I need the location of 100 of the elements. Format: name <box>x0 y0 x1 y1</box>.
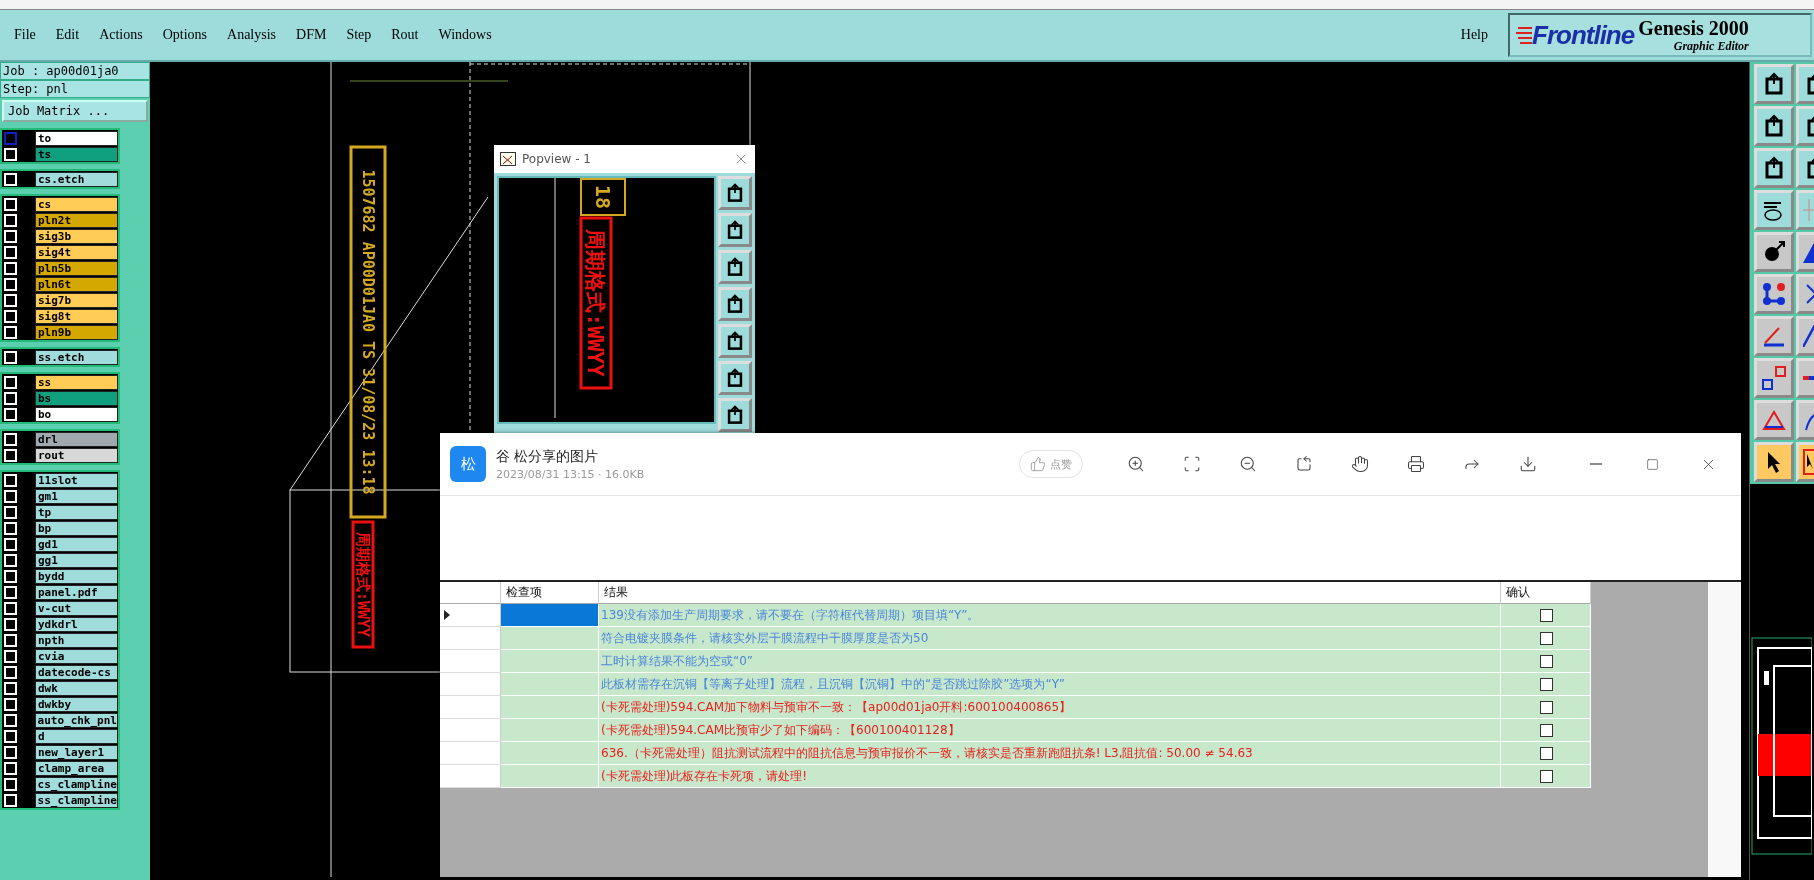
row-header[interactable] <box>440 604 501 627</box>
view-button[interactable] <box>718 398 752 432</box>
layer-name[interactable]: datecode-cs <box>35 664 118 680</box>
menu-item[interactable]: Edit <box>45 27 90 43</box>
layer-name[interactable]: ss_clampline <box>34 792 118 808</box>
menu-item[interactable]: Analysis <box>217 27 287 43</box>
layer-name[interactable]: gg1 <box>35 552 118 568</box>
tool-button[interactable] <box>1754 442 1794 482</box>
date-format-text: 周期格式:WWYY <box>351 520 375 649</box>
tool-button[interactable] <box>1754 316 1794 356</box>
layer-name[interactable]: dwkby <box>35 696 118 712</box>
menu-item[interactable]: DFM <box>286 27 337 43</box>
layer-name[interactable]: rout <box>35 447 118 463</box>
layer-name[interactable]: ss <box>35 374 118 390</box>
product-subtitle: Graphic Editor <box>1673 38 1749 54</box>
layer-name[interactable]: 11slot <box>35 472 118 488</box>
zoom-in-icon <box>1127 455 1145 473</box>
layer-name[interactable]: clamp_area <box>35 760 118 776</box>
download-icon <box>1519 455 1537 473</box>
layer-name[interactable]: gd1 <box>35 536 118 552</box>
line-icon <box>1803 325 1814 347</box>
tool-button[interactable] <box>1754 274 1794 314</box>
view-button[interactable] <box>718 213 752 247</box>
result-text: (卡死需处理)594.CAM比预审少了如下编码：【600100401128】 <box>601 721 960 739</box>
layer-name[interactable]: ss.etch <box>35 349 118 365</box>
confirm-checkbox[interactable] <box>1540 677 1553 691</box>
job-label: Job : ap00d01ja0 <box>0 62 150 80</box>
actual-size-icon <box>1183 455 1201 473</box>
tool-button[interactable] <box>1754 64 1794 104</box>
view-button[interactable] <box>718 250 752 284</box>
layer-name[interactable]: sig8t <box>35 308 118 324</box>
view-button[interactable] <box>718 324 752 358</box>
layer-name[interactable]: sig3b <box>35 228 118 244</box>
confirm-checkbox[interactable] <box>1540 654 1553 668</box>
layer-name[interactable]: bo <box>35 406 118 422</box>
logo-text: Frontline <box>1532 19 1635 51</box>
column-header[interactable]: 检查项 <box>501 582 599 604</box>
tool-button[interactable] <box>1754 148 1794 188</box>
column-header[interactable]: 结果 <box>599 582 1501 604</box>
layer-name[interactable]: sig4t <box>35 244 118 260</box>
view-button[interactable] <box>718 361 752 395</box>
layer-name[interactable]: ydkdrl <box>35 616 118 632</box>
column-header[interactable]: 确认 <box>1501 582 1591 604</box>
maximize-icon <box>1645 457 1659 471</box>
layer-name[interactable]: pln9b <box>35 324 118 340</box>
result-text: (卡死需处理)此板存在卡死项，请处理! <box>601 767 808 785</box>
window-icon <box>500 152 516 166</box>
tool-button[interactable] <box>1754 232 1794 272</box>
menu-item[interactable]: Rout <box>381 27 429 43</box>
confirm-checkbox[interactable] <box>1540 746 1553 760</box>
layer-name[interactable]: new_layer1 <box>35 744 118 760</box>
layer-name[interactable]: to <box>35 130 118 146</box>
layer-name[interactable]: sig7b <box>35 292 118 308</box>
layer-name[interactable]: pln2t <box>35 212 118 228</box>
layer-name[interactable]: v-cut <box>35 600 118 616</box>
layer-name[interactable]: bp <box>35 520 118 536</box>
layer-name[interactable]: gm1 <box>35 488 118 504</box>
layer-checkbox[interactable] <box>4 131 17 145</box>
layer-name[interactable]: dwk <box>35 680 118 696</box>
board-text: 1507682 AP00D01JA0 TS 31/08/23 13:18 <box>349 145 387 519</box>
layer-name[interactable]: tp <box>35 504 118 520</box>
menu-item[interactable]: Windows <box>428 27 502 43</box>
layer-name[interactable]: cs_clampline <box>34 776 118 792</box>
layer-name[interactable]: bydd <box>35 568 118 584</box>
job-matrix-button[interactable]: Job Matrix ... <box>2 100 148 122</box>
confirm-checkbox[interactable] <box>1540 608 1553 622</box>
tool-button[interactable] <box>1754 190 1794 230</box>
menu-item[interactable]: Actions <box>89 27 153 43</box>
menu-item[interactable]: File <box>4 27 46 43</box>
menu-item[interactable]: Step <box>336 27 382 43</box>
rotate-icon <box>1295 455 1313 473</box>
layer-name[interactable]: pln5b <box>35 260 118 276</box>
layer-name[interactable]: pln6t <box>35 276 118 292</box>
result-text: 636.（卡死需处理）阻抗测试流程中的阻抗信息与预审报价不一致，请核实是否重新跑阻抗条! L3,阻抗值: 50.00 ≠ 54.63 <box>601 744 1253 762</box>
layer-name[interactable]: bs <box>35 390 118 406</box>
layer-name[interactable]: cs.etch <box>35 171 118 187</box>
printer-icon <box>1407 455 1425 473</box>
confirm-checkbox[interactable] <box>1540 700 1553 714</box>
view-button[interactable] <box>718 287 752 321</box>
layer-name[interactable]: cvia <box>35 648 118 664</box>
menu-item[interactable]: Options <box>152 27 218 43</box>
confirm-checkbox[interactable] <box>1540 723 1553 737</box>
layer-name[interactable]: drl <box>35 431 118 447</box>
confirm-checkbox[interactable] <box>1540 631 1553 645</box>
tool-button[interactable] <box>1754 400 1794 440</box>
layer-name[interactable]: panel.pdf <box>35 584 118 600</box>
window-title: Popview - 1 <box>522 152 591 166</box>
result-text: (卡死需处理)594.CAM加下物料与预审不一致：【ap00d01ja0开料:600100400865】 <box>601 698 1072 716</box>
tool-button[interactable] <box>1754 358 1794 398</box>
layer-name[interactable]: cs <box>35 196 118 212</box>
menu-item[interactable]: Help <box>1450 27 1498 43</box>
confirm-checkbox[interactable] <box>1540 769 1553 783</box>
layer-name[interactable]: npth <box>35 632 118 648</box>
layer-name[interactable]: ts <box>35 146 118 162</box>
avatar: 松 <box>450 446 486 482</box>
tool-button[interactable] <box>1754 106 1794 146</box>
layer-name[interactable]: d <box>35 728 118 744</box>
layer-name[interactable]: auto_chk_pnl <box>34 712 118 728</box>
result-text: 139没有添加生产周期要求，请不要在（字符框代替周期）项目填“Y”。 <box>601 606 980 624</box>
view-button[interactable] <box>718 176 752 210</box>
